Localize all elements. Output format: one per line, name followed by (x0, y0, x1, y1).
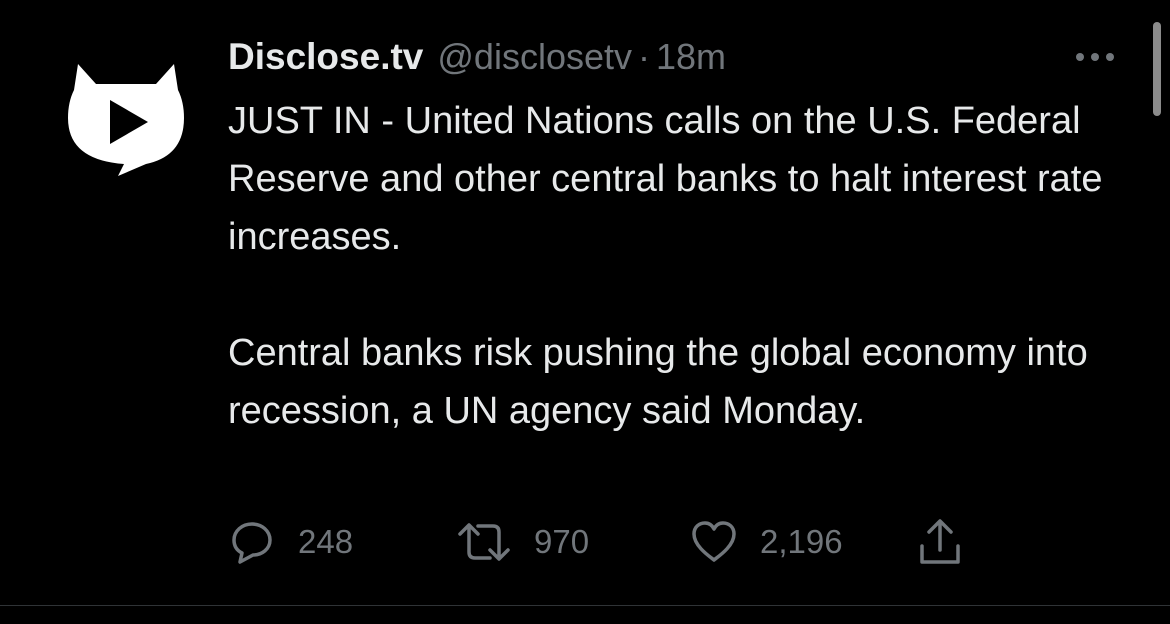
tweet-header: Disclose.tv @disclosetv · 18m (228, 36, 726, 84)
separator-dot: · (637, 36, 650, 77)
action-bar: 248 970 2,196 (228, 512, 988, 572)
like-count: 2,196 (760, 523, 843, 560)
reply-icon (232, 522, 272, 564)
reply-button[interactable]: 248 (228, 512, 353, 572)
more-button[interactable] (1070, 42, 1120, 72)
retweet-button[interactable]: 970 (456, 512, 589, 572)
like-button[interactable]: 2,196 (690, 512, 843, 572)
tweet-text: JUST IN - United Nations calls on the U.… (228, 92, 1128, 440)
scrollbar[interactable] (1153, 22, 1161, 116)
disclose-tv-logo-icon (68, 64, 184, 176)
tweet-text-paragraph-1: JUST IN - United Nations calls on the U.… (228, 100, 1103, 258)
tweet-divider (0, 605, 1170, 606)
retweet-count: 970 (534, 523, 590, 560)
avatar[interactable] (66, 60, 186, 180)
more-dots-icon (1076, 53, 1114, 61)
author-handle[interactable]: @disclosetv (437, 36, 632, 78)
heart-icon (692, 521, 736, 562)
author-name[interactable]: Disclose.tv (228, 36, 423, 78)
retweet-icon (458, 523, 510, 561)
reply-count: 248 (298, 523, 354, 560)
tweet-text-paragraph-2: Central banks risk pushing the global ec… (228, 332, 1088, 432)
timestamp[interactable]: 18m (656, 36, 726, 78)
share-button[interactable] (916, 512, 964, 572)
tweet[interactable]: Disclose.tv @disclosetv · 18m JUST IN - … (0, 0, 1170, 606)
share-icon (920, 519, 960, 564)
